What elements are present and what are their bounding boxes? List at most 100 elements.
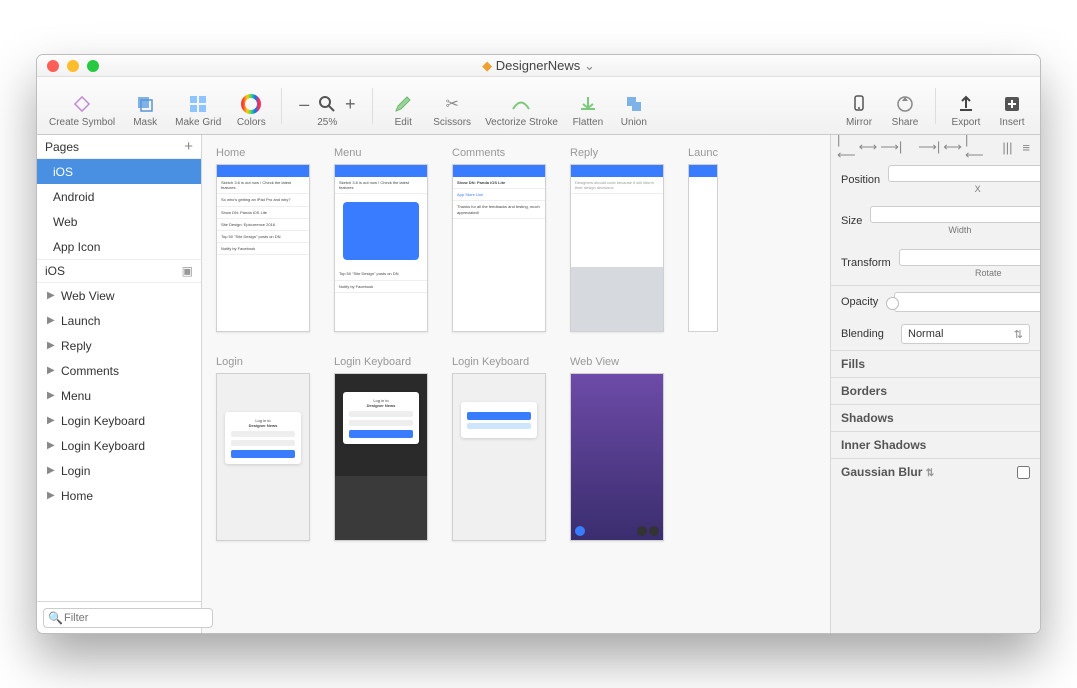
artboard-home[interactable]: Home Sketch 3.6 is out now ! Check the l… [216,147,310,332]
insert-button[interactable]: Insert [992,77,1032,134]
canvas[interactable]: Home Sketch 3.6 is out now ! Check the l… [202,135,830,633]
artboard-comments[interactable]: Comments Show DN: Panda iOS Lite App Sto… [452,147,546,332]
align-top-button[interactable]: ⟶| [918,138,940,156]
chevron-right-icon: ▶ [47,365,55,376]
shadows-section[interactable]: Shadows [831,404,1040,431]
filter-input[interactable] [43,608,213,628]
layer-item[interactable]: ▶Menu [37,383,201,408]
chevron-right-icon [649,526,659,536]
layer-item[interactable]: ▶Web View [37,283,201,308]
page-item-app-icon[interactable]: App Icon [37,234,201,259]
mirror-icon [848,93,870,115]
page-item-web[interactable]: Web [37,209,201,234]
chevron-right-icon: ▶ [47,315,55,326]
insert-icon [1001,93,1023,115]
export-button[interactable]: Export [946,77,986,134]
scissors-button[interactable]: ✂ Scissors [429,77,475,134]
page-item-ios[interactable]: iOS [37,159,201,184]
chevron-updown-icon: ⇅ [926,468,934,479]
align-bottom-button[interactable]: |⟵ [965,138,984,156]
add-page-button[interactable]: + [184,138,193,155]
create-symbol-button[interactable]: Create Symbol [45,77,119,134]
minimize-icon[interactable] [67,60,79,72]
align-center-v-button[interactable]: ⟷ [943,138,962,156]
align-right-button[interactable]: ⟶| [880,138,902,156]
close-icon[interactable] [47,60,59,72]
sidebar-footer: 🔍 📋 ⟋ 123 [37,601,201,633]
zoom-in-button[interactable]: + [342,94,358,115]
make-grid-button[interactable]: Make Grid [171,77,225,134]
artboard-login-keyboard-1[interactable]: Login Keyboard Log in to Designer News [334,356,428,541]
app-window: ◆ DesignerNews ⌄ Create Symbol Mask Make… [36,54,1041,634]
toolbar: Create Symbol Mask Make Grid Colors – + … [37,77,1040,135]
grid-icon [187,93,209,115]
chevron-left-icon [637,526,647,536]
zoom-out-button[interactable]: – [296,94,312,115]
colors-button[interactable]: Colors [231,77,271,134]
align-center-h-button[interactable]: ⟷ [859,138,878,156]
layer-item[interactable]: ▶Login [37,458,201,483]
close-icon [575,526,585,536]
artboard-launch[interactable]: Launch [688,147,718,332]
left-sidebar: Pages + iOS Android Web App Icon iOS ▣ ▶… [37,135,202,633]
artboard-web-view[interactable]: Web View [570,356,664,541]
artboard-menu[interactable]: Menu Sketch 3.6 is out now ! Check the l… [334,147,428,332]
artboard-login[interactable]: Login Log in to Designer News [216,356,310,541]
union-button[interactable]: Union [614,77,654,134]
edit-button[interactable]: Edit [383,77,423,134]
size-row: Size Width 🔒 Height [831,200,1040,241]
diamond-icon [71,93,93,115]
window-title: ◆ DesignerNews ⌄ [37,58,1040,74]
width-input[interactable] [870,206,1040,223]
layer-item[interactable]: ▶Home [37,483,201,508]
union-icon [623,93,645,115]
chevron-right-icon: ▶ [47,415,55,426]
page-item-android[interactable]: Android [37,184,201,209]
artboard-grid: Home Sketch 3.6 is out now ! Check the l… [216,147,816,541]
zoom-window-icon[interactable] [87,60,99,72]
borders-section[interactable]: Borders [831,377,1040,404]
zoom-control: – + 25% [292,77,362,134]
mirror-button[interactable]: Mirror [839,77,879,134]
chevron-right-icon: ▶ [47,440,55,451]
align-left-button[interactable]: |⟵ [837,138,856,156]
pages-list: iOS Android Web App Icon [37,159,201,259]
layer-item[interactable]: ▶Login Keyboard [37,408,201,433]
opacity-input[interactable] [894,292,1040,312]
opacity-row: Opacity [831,286,1040,318]
vectorize-icon [510,93,532,115]
gaussian-blur-checkbox[interactable] [1017,466,1030,479]
alignment-toolbar: |⟵ ⟷ ⟶| ⟶| ⟷ |⟵ ||| ≡ [831,135,1040,159]
transform-row: Transform Rotate ◁ ▷ Flip [831,241,1040,285]
chevron-right-icon: ▶ [47,290,55,301]
layer-item[interactable]: ▶Comments [37,358,201,383]
export-icon [955,93,977,115]
pencil-icon [392,93,414,115]
titlebar[interactable]: ◆ DesignerNews ⌄ [37,55,1040,77]
position-x-input[interactable] [888,165,1040,182]
rotate-input[interactable] [899,249,1040,266]
artboard-login-keyboard-2[interactable]: Login Keyboard [452,356,546,541]
mask-button[interactable]: Mask [125,77,165,134]
layers-list: ▶Web View ▶Launch ▶Reply ▶Comments ▶Menu… [37,283,201,601]
inner-shadows-section[interactable]: Inner Shadows [831,431,1040,458]
pages-label: Pages [45,140,79,154]
distribute-h-button[interactable]: ||| [1000,138,1016,156]
share-icon [894,93,916,115]
layer-item[interactable]: ▶Login Keyboard [37,433,201,458]
share-button[interactable]: Share [885,77,925,134]
scissors-icon: ✂ [441,93,463,115]
layer-item[interactable]: ▶Reply [37,333,201,358]
layer-item[interactable]: ▶Launch [37,308,201,333]
position-row: Position X Y [831,159,1040,200]
distribute-v-button[interactable]: ≡ [1018,138,1034,156]
fills-section[interactable]: Fills [831,350,1040,377]
flatten-icon [577,93,599,115]
blending-select[interactable]: Normal ⇅ [901,324,1030,344]
flatten-button[interactable]: Flatten [568,77,608,134]
magnifier-icon[interactable] [316,93,338,115]
artboard-reply[interactable]: Reply Designers should code because it w… [570,147,664,332]
gaussian-blur-section[interactable]: Gaussian Blur ⇅ [831,458,1040,485]
chevron-right-icon: ▶ [47,465,55,476]
vectorize-button[interactable]: Vectorize Stroke [481,77,562,134]
